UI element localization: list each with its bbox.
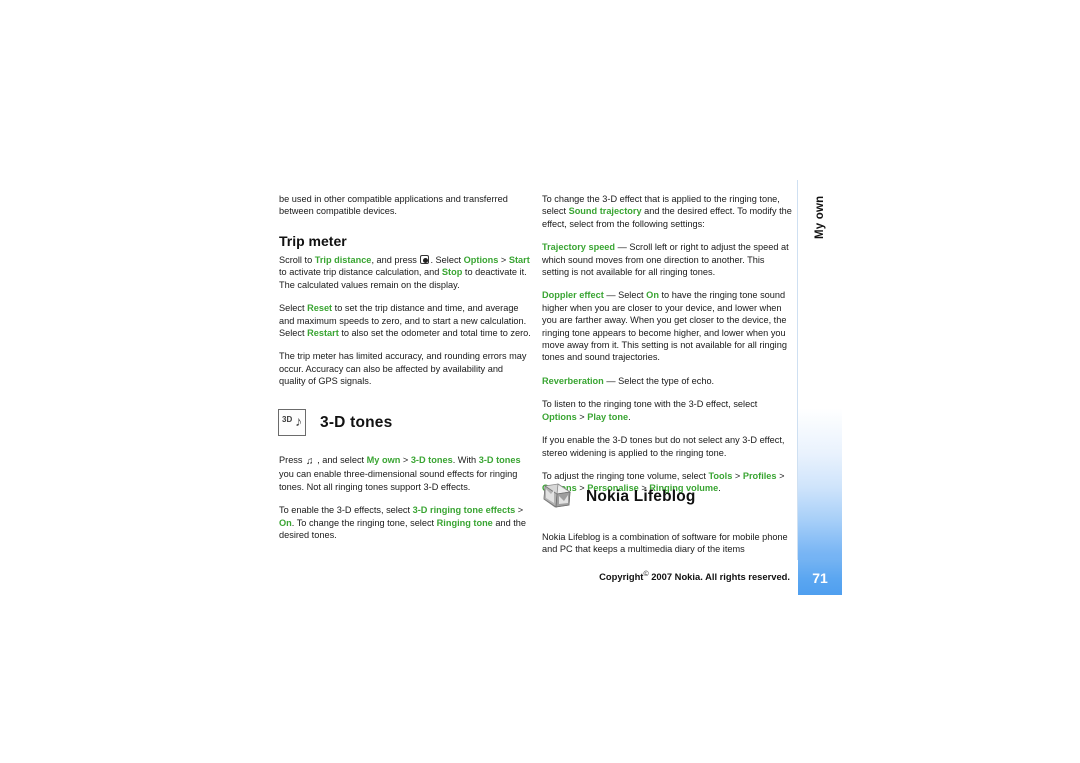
ui-term-highlight: 3-D ringing tone effects — [412, 505, 516, 516]
chapter-heading-nokia-lifeblog: Nokia Lifeblog — [542, 483, 696, 510]
3d-tones-icon-label: 3D — [282, 415, 293, 424]
paragraph-r-2: Trajectory speed — Scroll left or right … — [542, 242, 789, 278]
ui-term-highlight: Reset — [307, 303, 333, 314]
ui-term-highlight: Start — [508, 255, 530, 265]
3d-tones-paragraphs: Press ♫ , and select My own > 3-D tones.… — [279, 454, 531, 541]
nokia-lifeblog-icon — [542, 483, 572, 510]
footer-copyright: Copyright© 2007 Nokia. All rights reserv… — [400, 571, 790, 582]
ui-term-highlight: Tools — [708, 470, 733, 481]
ui-term-highlight: On — [646, 290, 659, 301]
chapter-tab-label: My own — [814, 195, 826, 239]
paragraph-r-6: If you enable the 3-D tones but do not s… — [542, 435, 785, 458]
ui-term-highlight: Options — [542, 411, 577, 422]
ui-term-highlight: Doppler effect — [542, 290, 604, 301]
footer-suffix: 2007 Nokia. All rights reserved. — [651, 571, 790, 583]
ui-term-highlight: Reverberation — [542, 375, 604, 386]
menu-key-icon: ♫ — [306, 456, 314, 467]
ui-term-highlight: Ringing tone — [436, 517, 493, 528]
ui-term-highlight: Stop — [441, 267, 463, 278]
paragraph-trip-2: Select Reset to set the trip distance an… — [279, 303, 531, 339]
chapter-title-nokia-lifeblog: Nokia Lifeblog — [586, 487, 696, 505]
footer-prefix: Copyright — [599, 571, 644, 583]
intro-paragraph: be used in other compatible applications… — [279, 194, 508, 217]
paragraph-r-4: Reverberation — Select the type of echo. — [542, 375, 715, 386]
paragraph-3d-2: To enable the 3-D effects, select 3-D ri… — [279, 505, 527, 541]
ui-term-highlight: Profiles — [742, 470, 777, 481]
paragraph-r-5: To listen to the ringing tone with the 3… — [542, 399, 758, 422]
paragraph-trip-3: The trip meter has limited accuracy, and… — [279, 351, 527, 387]
ui-term-highlight: Restart — [307, 328, 339, 339]
paragraph-r-3: Doppler effect — Select On to have the r… — [542, 290, 787, 363]
heading-trip-meter: Trip meter — [279, 233, 347, 249]
ui-term-highlight: 3-D tones — [410, 455, 453, 465]
scroll-key-icon — [420, 255, 430, 264]
ui-term-highlight: Play tone — [587, 411, 629, 422]
ui-term-highlight: Options — [463, 255, 499, 265]
ui-term-highlight: 3-D tones — [478, 455, 521, 465]
chapter-title-3d-tones: 3-D tones — [320, 413, 393, 431]
trip-meter-paragraphs: Scroll to Trip distance, and press . Sel… — [279, 254, 531, 388]
left-text-column: be used in other compatible applications… — [279, 193, 531, 218]
chapter-heading-3d-tones: 3D ♪ 3-D tones — [278, 409, 392, 436]
ui-term-highlight: Trip distance — [314, 255, 372, 265]
ui-term-highlight: Sound trajectory — [568, 206, 642, 217]
manual-page: be used in other compatible applications… — [0, 0, 1080, 763]
nokia-lifeblog-paragraphs: Nokia Lifeblog is a combination of softw… — [542, 531, 794, 556]
right-text-column: To change the 3-D effect that is applied… — [542, 193, 794, 495]
copyright-symbol-icon: © — [643, 571, 649, 578]
paragraph-lifeblog-1: Nokia Lifeblog is a combination of softw… — [542, 532, 788, 555]
ui-term-highlight: On — [279, 517, 292, 528]
3d-tones-icon: 3D ♪ — [278, 409, 306, 436]
ui-term-highlight: My own — [366, 455, 401, 465]
page-number-badge: 71 — [798, 560, 842, 595]
ui-term-highlight: Trajectory speed — [542, 242, 616, 253]
paragraph-trip-1: Scroll to Trip distance, and press . Sel… — [279, 255, 530, 290]
paragraph-3d-1: Press ♫ , and select My own > 3-D tones.… — [279, 455, 521, 492]
paragraph-r-1: To change the 3-D effect that is applied… — [542, 194, 792, 229]
music-note-icon: ♪ — [295, 413, 302, 429]
